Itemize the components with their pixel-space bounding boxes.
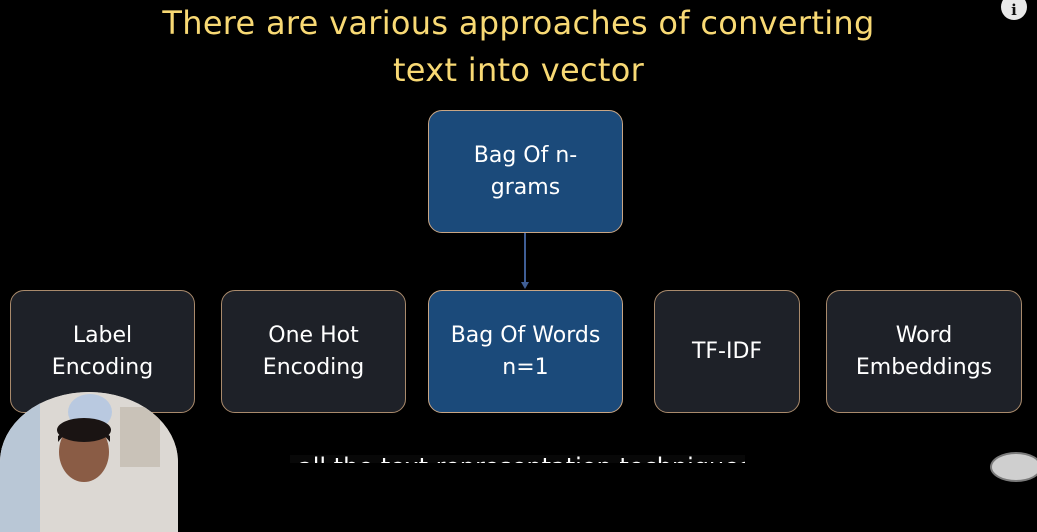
subtitle-bar: all the text representation techniques: [290, 455, 745, 463]
box-one-hot-encoding-line2: Encoding: [262, 354, 365, 380]
box-bag-of-words: Bag Of Words n=1: [428, 290, 623, 413]
box-bag-of-ngrams: Bag Of n- grams: [428, 110, 623, 233]
box-tf-idf-line1: TF-IDF: [691, 338, 763, 364]
subtitle-text: all the text representation techniques: [298, 455, 745, 463]
slide-title-line1: There are various approaches of converti…: [162, 4, 875, 42]
arrow-head-icon: [521, 282, 529, 289]
box-label-encoding-line2: Encoding: [51, 354, 154, 380]
box-word-embeddings-line2: Embeddings: [855, 354, 993, 380]
box-word-embeddings: Word Embeddings: [826, 290, 1022, 413]
box-label-encoding-line1: Label: [72, 322, 133, 348]
presenter-webcam: [0, 392, 178, 532]
box-bag-of-words-line1: Bag Of Words: [450, 322, 601, 348]
connector-line: [524, 233, 526, 283]
box-bag-of-ngrams-line2: grams: [490, 174, 561, 200]
box-bag-of-words-line2: n=1: [502, 354, 549, 380]
box-word-embeddings-line1: Word: [895, 322, 953, 348]
box-one-hot-encoding-line1: One Hot: [268, 322, 359, 348]
slide-title: There are various approaches of converti…: [0, 0, 1037, 94]
channel-avatar[interactable]: [990, 452, 1037, 482]
slide-title-line2: text into vector: [392, 51, 645, 89]
box-tf-idf: TF-IDF: [654, 290, 800, 413]
box-bag-of-ngrams-line1: Bag Of n-: [473, 142, 578, 168]
presenter-image: [0, 392, 178, 532]
box-one-hot-encoding: One Hot Encoding: [221, 290, 406, 413]
